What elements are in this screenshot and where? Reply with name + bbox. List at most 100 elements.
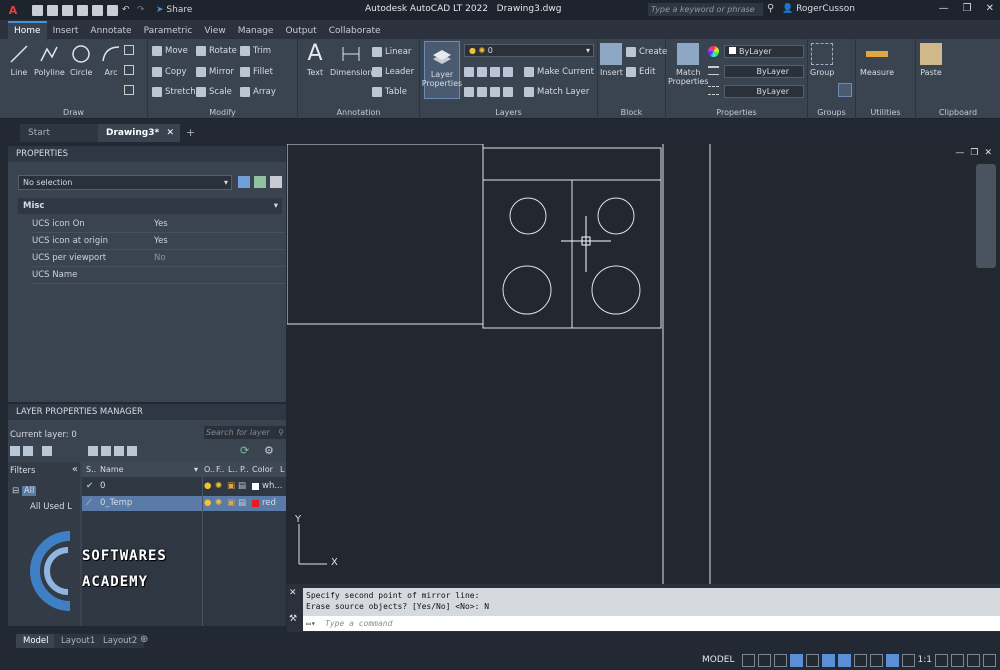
lightbulb-icon[interactable]: ● — [204, 496, 211, 511]
new-filter-icon[interactable] — [10, 446, 20, 456]
set-current-icon[interactable] — [127, 446, 137, 456]
burner-circle[interactable] — [509, 197, 547, 235]
annotation-visibility-icon[interactable] — [885, 653, 899, 667]
undo-icon[interactable]: ↶ — [122, 5, 133, 16]
group-select-icon[interactable] — [838, 83, 852, 97]
text-button[interactable]: A Text — [304, 43, 326, 78]
move-button[interactable]: Move — [152, 46, 188, 56]
fillet-button[interactable]: Fillet — [240, 67, 273, 77]
ortho-icon[interactable] — [773, 653, 787, 667]
copy-button[interactable]: Copy — [152, 67, 187, 77]
boundary-icon[interactable] — [124, 85, 134, 95]
lock-column-header[interactable]: L.. — [228, 462, 238, 477]
scale-button[interactable]: Scale — [196, 87, 232, 97]
unlock-icon[interactable]: ▣ — [227, 496, 235, 511]
burner-circle[interactable] — [591, 265, 641, 315]
layer-on-icon[interactable] — [464, 87, 474, 97]
mirror-button[interactable]: Mirror — [196, 67, 234, 77]
navigation-bar[interactable] — [976, 164, 996, 268]
property-row[interactable]: UCS per viewport No — [32, 250, 286, 267]
group-button[interactable]: Group — [810, 43, 834, 77]
linear-button[interactable]: Linear — [372, 47, 411, 57]
lineweight-dropdown[interactable]: ByLayer — [724, 65, 804, 78]
customize-icon[interactable]: ⚒ — [289, 614, 297, 624]
user-account[interactable]: 👤 RogerCusson — [782, 4, 855, 14]
isolate-objects-icon[interactable] — [951, 653, 964, 667]
viewport-minimize-icon[interactable]: — — [955, 148, 964, 158]
sun-icon[interactable]: ✺ — [215, 496, 222, 511]
measure-button[interactable]: Measure — [860, 43, 894, 77]
match-layer-button[interactable]: Match Layer — [524, 87, 589, 97]
name-column-header[interactable]: Name — [100, 462, 124, 477]
save-icon[interactable] — [62, 4, 73, 16]
layer-dropdown[interactable]: ● ✺ 0 ▾ — [464, 44, 594, 57]
object-snap-tracking-icon[interactable] — [821, 653, 835, 667]
model-space-button[interactable]: MODEL — [702, 655, 734, 665]
tab-drawing3[interactable]: Drawing3* ✕ — [98, 124, 180, 142]
lightbulb-icon[interactable]: ● — [204, 479, 211, 494]
make-current-button[interactable]: Make Current — [524, 67, 594, 77]
status-column-header[interactable]: S.. — [86, 462, 96, 477]
color-dropdown[interactable]: ByLayer — [724, 45, 804, 58]
line-button[interactable]: Line — [8, 43, 30, 77]
property-row[interactable]: UCS icon at origin Yes — [32, 233, 286, 250]
annotation-scale[interactable]: 1:1 — [918, 655, 932, 665]
edit-block-button[interactable]: Edit — [626, 67, 655, 77]
tab-annotate[interactable]: Annotate — [84, 23, 137, 39]
hatch-icon[interactable] — [124, 65, 134, 75]
close-command-icon[interactable]: ✕ — [289, 588, 297, 598]
filter-all[interactable]: ⊟ All — [12, 486, 37, 496]
object-snap-icon[interactable] — [837, 653, 851, 667]
table-row[interactable]: ✔ 0 ● ✺ ▣ ▤ wh... — [82, 479, 286, 494]
tab-insert[interactable]: Insert — [47, 23, 85, 39]
new-tab-icon[interactable]: + — [186, 126, 195, 139]
tab-collaborate[interactable]: Collaborate — [323, 23, 387, 39]
table-row[interactable]: ⟋ 0_Temp ● ✺ ▣ ▤ red — [82, 496, 286, 511]
lineweight-toggle-icon[interactable] — [853, 653, 867, 667]
keyword-search-input[interactable]: Type a keyword or phrase — [648, 3, 763, 16]
match-properties-button[interactable]: Match Properties — [668, 43, 708, 86]
plot-icon[interactable] — [107, 4, 118, 16]
close-icon[interactable]: ✕ — [986, 3, 994, 14]
command-input[interactable]: ▭▾ Type a command — [303, 616, 1000, 631]
tab-output[interactable]: Output — [279, 23, 322, 39]
app-logo[interactable]: A — [0, 0, 26, 20]
fullscreen-icon[interactable] — [967, 653, 980, 667]
search-icon[interactable]: ⚲ — [767, 3, 774, 14]
plot-column-header[interactable]: P.. — [240, 462, 249, 477]
redo-icon[interactable]: ↷ — [137, 5, 148, 16]
freeze-column-header[interactable]: F.. — [216, 462, 224, 477]
layer-unlock-icon[interactable] — [503, 87, 513, 97]
layer-search-input[interactable]: Search for layer ⚲ — [204, 426, 286, 439]
snap-icon[interactable] — [757, 653, 771, 667]
auto-scale-icon[interactable] — [901, 653, 915, 667]
close-tab-icon[interactable]: ✕ — [166, 124, 174, 142]
create-block-button[interactable]: Create — [626, 47, 667, 57]
array-button[interactable]: Array — [240, 87, 276, 97]
insert-block-button[interactable]: Insert — [600, 43, 623, 77]
polyline-button[interactable]: Polyline — [34, 43, 65, 77]
paste-button[interactable]: Paste — [920, 43, 942, 77]
toggle-pickadd-icon[interactable] — [238, 176, 250, 188]
sun-icon[interactable]: ✺ — [215, 479, 222, 494]
tab-home[interactable]: Home — [8, 21, 47, 39]
viewport-close-icon[interactable]: ✕ — [984, 148, 992, 158]
layer-unisolate-icon[interactable] — [477, 87, 487, 97]
web-mobile-icon[interactable] — [92, 4, 103, 16]
unlock-icon[interactable]: ▣ — [227, 479, 235, 494]
settings-gear-icon[interactable]: ⚙ — [264, 444, 274, 457]
new-layout-icon[interactable]: ⊕ — [140, 634, 148, 645]
dimension-button[interactable]: Dimension — [330, 43, 373, 77]
viewport-restore-icon[interactable]: ❐ — [970, 148, 978, 158]
table-button[interactable]: Table — [372, 87, 407, 97]
tab-manage[interactable]: Manage — [232, 23, 280, 39]
burner-circle[interactable] — [597, 197, 635, 235]
quick-select-icon[interactable] — [270, 176, 282, 188]
layer-thaw-icon[interactable] — [490, 87, 500, 97]
linetype-column-header[interactable]: L — [280, 462, 284, 477]
transparency-icon[interactable] — [869, 653, 883, 667]
isodraft-icon[interactable] — [805, 653, 819, 667]
new-icon[interactable] — [32, 4, 43, 16]
trim-button[interactable]: Trim — [240, 46, 271, 56]
burner-circle[interactable] — [502, 265, 552, 315]
